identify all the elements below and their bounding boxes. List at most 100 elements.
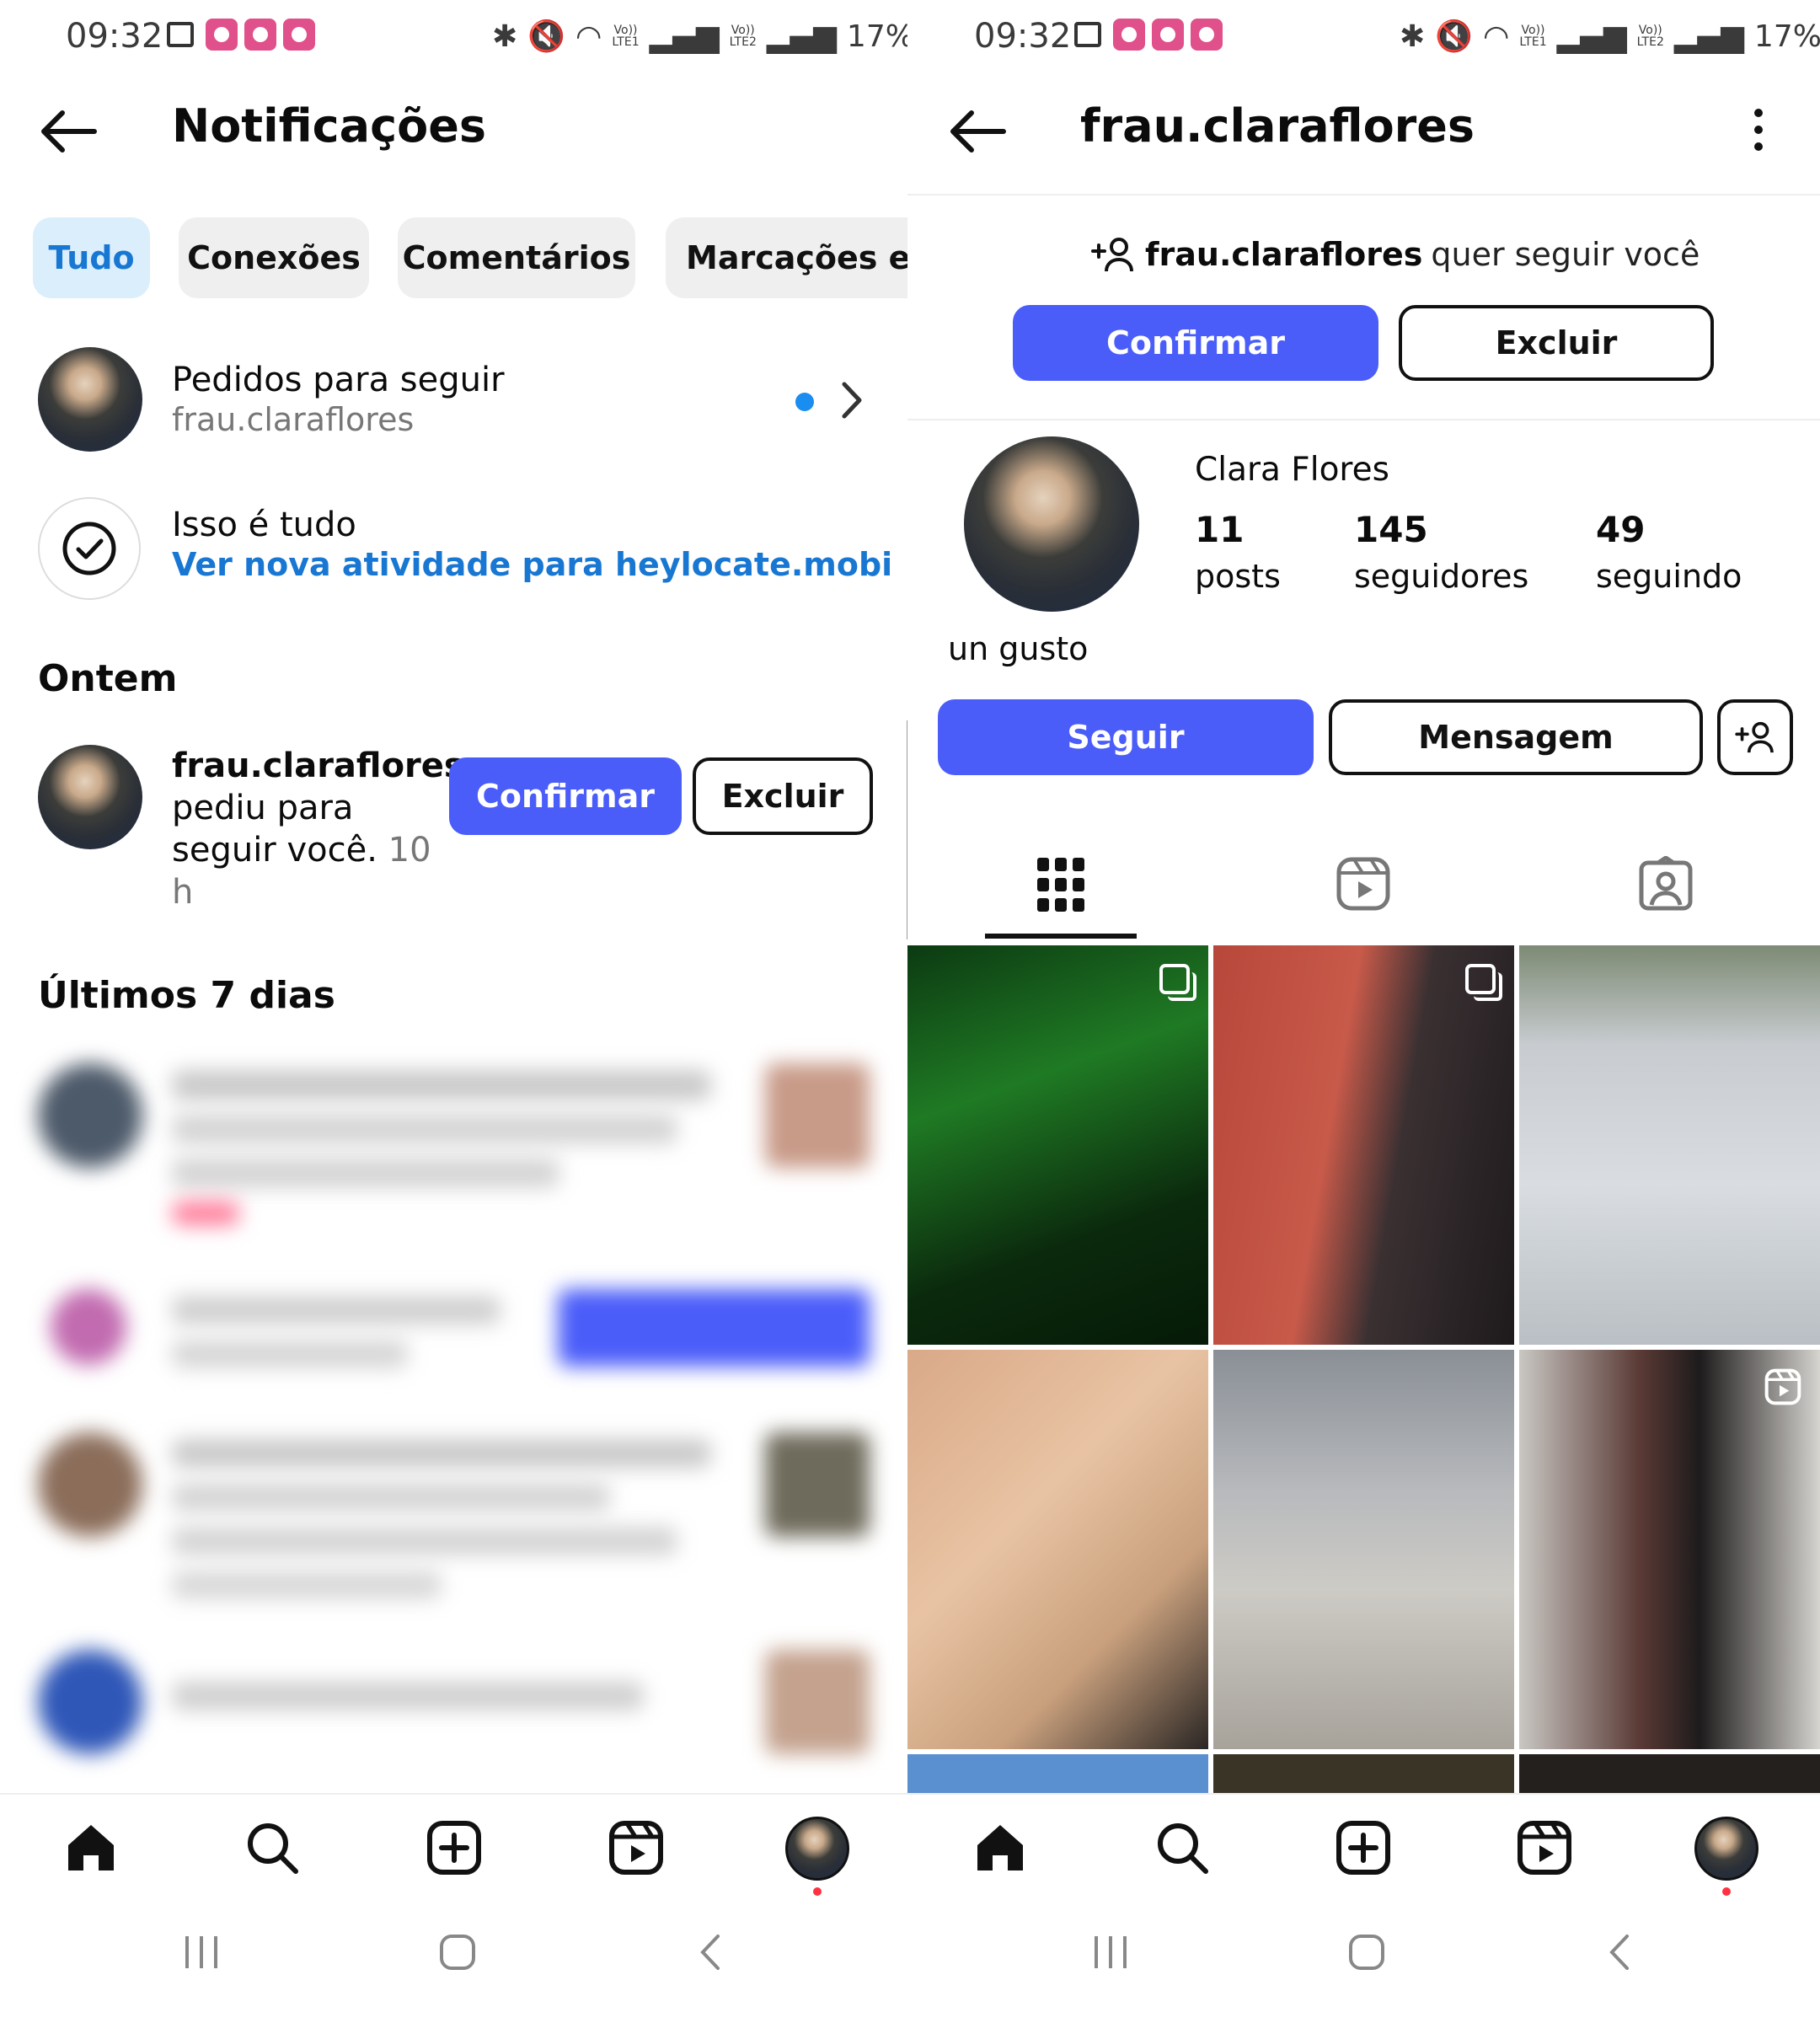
home-button-icon[interactable]	[1346, 1931, 1388, 1973]
app-notification-icon	[1113, 19, 1145, 51]
section-yesterday: Ontem	[38, 657, 178, 700]
lte2-signal-icon: Vo)) LTE2	[729, 24, 757, 49]
follow-requests-title[interactable]: Pedidos para seguir	[172, 361, 505, 399]
home-button-icon[interactable]	[436, 1931, 479, 1973]
followers-label: seguidores	[1354, 558, 1529, 595]
tagged-icon[interactable]	[1638, 856, 1694, 912]
home-icon[interactable]	[63, 1820, 119, 1876]
post-thumbnail[interactable]	[1519, 945, 1820, 1345]
blurred-text	[172, 1682, 644, 1710]
blurred-text	[172, 1340, 408, 1368]
home-icon[interactable]	[972, 1820, 1028, 1876]
carousel-icon	[1465, 964, 1502, 1001]
back-arrow-icon[interactable]	[946, 108, 1007, 155]
status-time: 09:32	[974, 17, 1072, 56]
profile-name: Clara Flores	[1195, 451, 1389, 489]
check-circle-icon	[38, 497, 141, 600]
avatar[interactable]	[38, 347, 142, 452]
search-icon[interactable]	[1154, 1820, 1210, 1876]
carousel-icon	[1159, 964, 1196, 1001]
delete-button[interactable]: Excluir	[1399, 305, 1714, 381]
new-activity-link[interactable]: Ver nova atividade para heylocate.mobi	[172, 546, 892, 583]
blurred-text	[172, 1571, 442, 1599]
follow-request-banner: frau.claraflores quer seguir você	[1089, 236, 1700, 273]
app-notification-icon	[1191, 19, 1223, 51]
banner-divider	[907, 419, 1820, 420]
posts-count[interactable]: 11	[1195, 509, 1244, 550]
reels-icon[interactable]	[1517, 1820, 1572, 1876]
blurred-text	[172, 1070, 711, 1100]
tab-connections[interactable]: Conexões	[179, 217, 369, 298]
active-tab-indicator	[985, 934, 1137, 939]
request-text-line2: seguir você. 10	[172, 831, 431, 870]
request-time: 10	[388, 831, 431, 870]
following-count[interactable]: 49	[1596, 509, 1645, 550]
search-icon[interactable]	[244, 1820, 300, 1876]
blurred-thumbnail	[765, 1432, 870, 1537]
suggest-people-button[interactable]	[1717, 699, 1793, 775]
blurred-avatar	[38, 1650, 142, 1754]
blurred-text	[172, 1483, 610, 1512]
posts-label: posts	[1195, 558, 1281, 595]
create-icon[interactable]	[1336, 1820, 1391, 1876]
caught-up-title: Isso é tudo	[172, 506, 356, 544]
grid-icon[interactable]	[1037, 858, 1084, 912]
post-thumbnail[interactable]	[907, 1350, 1208, 1749]
following-label: seguindo	[1596, 558, 1742, 595]
post-thumbnail[interactable]	[1519, 1350, 1820, 1749]
reels-icon[interactable]	[608, 1820, 664, 1876]
blurred-text	[172, 1114, 677, 1144]
request-time-unit: h	[172, 873, 194, 912]
blurred-text	[172, 1296, 500, 1325]
tab-comments[interactable]: Comentários	[398, 217, 635, 298]
message-button[interactable]: Mensagem	[1329, 699, 1703, 775]
blurred-text	[172, 1439, 711, 1468]
notification-badge-dot	[813, 1887, 822, 1896]
app-notification-icon	[206, 19, 238, 51]
banner-username[interactable]: frau.claraflores	[1145, 236, 1422, 273]
followers-count[interactable]: 145	[1354, 509, 1428, 550]
add-person-icon	[1091, 238, 1133, 272]
profile-username-title: frau.claraflores	[1080, 99, 1475, 153]
app-notification-icon	[283, 19, 315, 51]
reels-icon[interactable]	[1336, 856, 1391, 912]
lte2-signal-icon: Vo)) LTE2	[1636, 24, 1664, 49]
post-thumbnail[interactable]	[1213, 945, 1514, 1345]
profile-avatar[interactable]	[964, 436, 1139, 612]
status-time: 09:32	[66, 17, 163, 56]
confirm-button[interactable]: Confirmar	[1013, 305, 1378, 381]
mute-icon: 🔇	[1435, 19, 1473, 54]
more-icon[interactable]	[1750, 106, 1767, 153]
mute-icon: 🔇	[527, 19, 565, 54]
blurred-text	[172, 1158, 559, 1188]
signal-icon: ▂▄▆	[1673, 19, 1744, 54]
profile-avatar-tab[interactable]	[785, 1817, 849, 1881]
chevron-right-icon[interactable]	[839, 379, 866, 421]
recent-apps-icon[interactable]	[1089, 1931, 1132, 1973]
recent-apps-icon[interactable]	[180, 1931, 222, 1973]
delete-button[interactable]: Excluir	[693, 757, 873, 835]
create-icon[interactable]	[426, 1820, 482, 1876]
system-back-icon[interactable]	[691, 1931, 733, 1973]
battery-level: 17%	[1753, 19, 1820, 54]
lte1-signal-icon: Vo)) LTE1	[612, 24, 640, 49]
system-back-icon[interactable]	[1600, 1931, 1642, 1973]
confirm-button[interactable]: Confirmar	[449, 757, 682, 835]
profile-bio: un gusto	[948, 630, 1089, 667]
blurred-badge	[172, 1201, 239, 1225]
tab-all[interactable]: Tudo	[33, 217, 150, 298]
profile-screen: 09:32 ✱ 🔇 ◠ Vo)) LTE1 ▂▄▆ Vo)) LTE2 ▂▄▆ 17…	[907, 0, 1820, 2023]
avatar[interactable]	[38, 745, 142, 849]
request-text-line1: pediu para	[172, 789, 354, 827]
status-right-icons: ✱ 🔇 ◠ Vo)) LTE1 ▂▄▆ Vo)) LTE2 ▂▄▆ 17%	[1400, 19, 1820, 55]
profile-avatar-tab[interactable]	[1694, 1817, 1758, 1881]
post-thumbnail[interactable]	[907, 945, 1208, 1345]
follow-button[interactable]: Seguir	[938, 699, 1314, 775]
post-thumbnail[interactable]	[1213, 1350, 1514, 1749]
header-divider	[907, 194, 1820, 195]
tab-mentions[interactable]: Marcações e m	[666, 217, 907, 298]
blurred-avatar	[51, 1289, 126, 1365]
battery-level: 17%	[846, 19, 907, 54]
request-username[interactable]: frau.claraflores	[172, 747, 464, 785]
back-arrow-icon[interactable]	[37, 108, 98, 155]
